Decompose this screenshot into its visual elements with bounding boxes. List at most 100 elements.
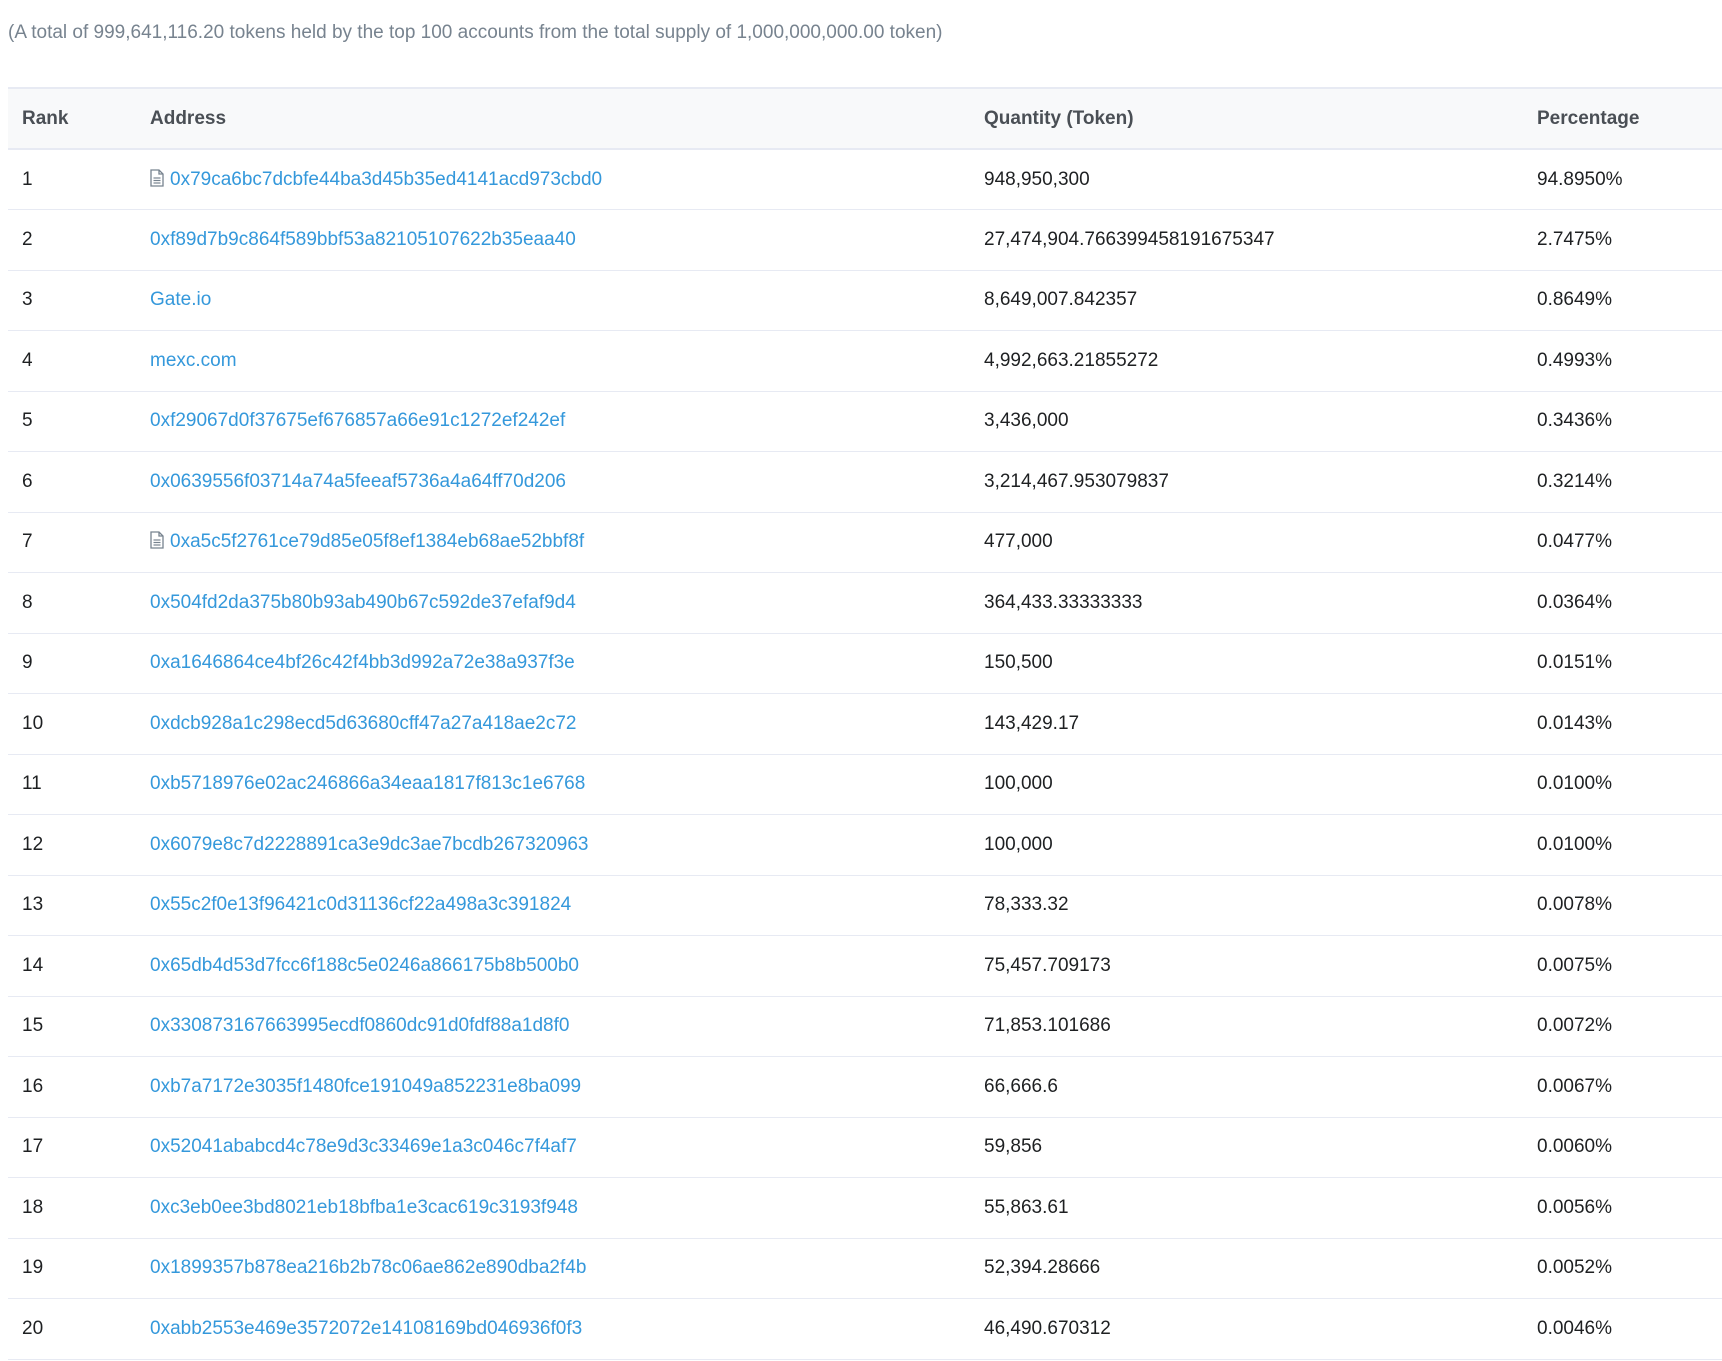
address-link[interactable]: 0x504fd2da375b80b93ab490b67c592de37efaf9… <box>150 592 576 613</box>
quantity-cell: 100,000 <box>970 754 1523 815</box>
quantity-cell: 52,394.28666 <box>970 1238 1523 1299</box>
address-link[interactable]: 0xa5c5f2761ce79d85e05f8ef1384eb68ae52bbf… <box>170 531 584 552</box>
address-link[interactable]: 0xf29067d0f37675ef676857a66e91c1272ef242… <box>150 410 565 431</box>
holders-summary: (A total of 999,641,116.20 tokens held b… <box>8 22 943 43</box>
percentage-cell: 0.0052% <box>1523 1238 1722 1299</box>
table-row: 2 0xf89d7b9c864f589bbf53a82105107622b35ea… <box>8 209 1722 271</box>
quantity-cell: 364,433.33333333 <box>970 572 1523 634</box>
rank-cell: 10 <box>8 693 136 755</box>
quantity-cell: 59,856 <box>970 1117 1523 1178</box>
address-cell: 0xa1646864ce4bf26c42f4bb3d992a72e38a937f… <box>136 633 970 694</box>
address-cell: 0x1899357b878ea216b2b78c06ae862e890dba2f… <box>136 1238 970 1299</box>
percentage-cell: 0.8649% <box>1523 270 1722 331</box>
holders-table: Rank Address Quantity (Token) Percentage… <box>8 87 1722 1360</box>
quantity-cell: 71,853.101686 <box>970 996 1523 1057</box>
percentage-cell: 0.3436% <box>1523 391 1722 452</box>
rank-cell: 18 <box>8 1177 136 1239</box>
address-cell: 0x504fd2da375b80b93ab490b67c592de37efaf9… <box>136 572 970 634</box>
rank-cell: 20 <box>8 1298 136 1360</box>
rank-cell: 4 <box>8 330 136 392</box>
percentage-cell: 0.4993% <box>1523 330 1722 392</box>
address-cell: 0x6079e8c7d2228891ca3e9dc3ae7bcdb2673209… <box>136 814 970 876</box>
quantity-cell: 143,429.17 <box>970 693 1523 755</box>
address-link[interactable]: 0x1899357b878ea216b2b78c06ae862e890dba2f… <box>150 1257 586 1278</box>
rank-cell: 9 <box>8 633 136 694</box>
address-cell: 0xf29067d0f37675ef676857a66e91c1272ef242… <box>136 391 970 452</box>
percentage-cell: 0.0075% <box>1523 935 1722 997</box>
address-cell: Gate.io <box>136 270 970 331</box>
rank-cell: 15 <box>8 996 136 1057</box>
address-link[interactable]: 0x52041ababcd4c78e9d3c33469e1a3c046c7f4a… <box>150 1136 577 1157</box>
percentage-cell: 0.0364% <box>1523 572 1722 634</box>
address-link[interactable]: 0x6079e8c7d2228891ca3e9dc3ae7bcdb2673209… <box>150 834 588 855</box>
address-link[interactable]: mexc.com <box>150 350 237 371</box>
address-link[interactable]: 0x79ca6bc7dcbfe44ba3d45b35ed4141acd973cb… <box>170 169 602 190</box>
address-cell: 0xb5718976e02ac246866a34eaa1817f813c1e67… <box>136 754 970 815</box>
header-quantity: Quantity (Token) <box>970 87 1523 150</box>
address-link[interactable]: 0xf89d7b9c864f589bbf53a82105107622b35eaa… <box>150 229 576 250</box>
table-row: 14 0x65db4d53d7fcc6f188c5e0246a866175b8b5… <box>8 935 1722 997</box>
percentage-cell: 94.8950% <box>1523 149 1722 210</box>
header-address: Address <box>136 87 970 150</box>
table-row: 13 0x55c2f0e13f96421c0d31136cf22a498a3c39… <box>8 875 1722 936</box>
address-link[interactable]: Gate.io <box>150 289 211 310</box>
address-link[interactable]: 0x330873167663995ecdf0860dc91d0fdf88a1d8… <box>150 1015 569 1036</box>
header-percentage: Percentage <box>1523 87 1722 150</box>
rank-cell: 17 <box>8 1117 136 1178</box>
quantity-cell: 55,863.61 <box>970 1177 1523 1239</box>
address-link[interactable]: 0xb5718976e02ac246866a34eaa1817f813c1e67… <box>150 773 585 794</box>
table-row: 17 0x52041ababcd4c78e9d3c33469e1a3c046c7f… <box>8 1117 1722 1178</box>
table-row: 8 0x504fd2da375b80b93ab490b67c592de37efaf… <box>8 572 1722 634</box>
rank-cell: 8 <box>8 572 136 634</box>
table-row: 16 0xb7a7172e3035f1480fce191049a852231e8b… <box>8 1056 1722 1118</box>
rank-cell: 11 <box>8 754 136 815</box>
percentage-cell: 0.0477% <box>1523 512 1722 573</box>
percentage-cell: 0.0060% <box>1523 1117 1722 1178</box>
table-row: 9 0xa1646864ce4bf26c42f4bb3d992a72e38a937… <box>8 633 1722 694</box>
address-cell: 0x0639556f03714a74a5feeaf5736a4a64ff70d2… <box>136 451 970 513</box>
table-row: 12 0x6079e8c7d2228891ca3e9dc3ae7bcdb26732… <box>8 814 1722 876</box>
table-row: 7 0xa5c5f2761ce79d85e05f8ef1384eb68ae52bb… <box>8 512 1722 573</box>
address-link[interactable]: 0xdcb928a1c298ecd5d63680cff47a27a418ae2c… <box>150 713 577 734</box>
table-header: Rank Address Quantity (Token) Percentage <box>8 87 1722 150</box>
address-link[interactable]: 0xabb2553e469e3572072e14108169bd046936f0… <box>150 1318 582 1339</box>
address-link[interactable]: 0x55c2f0e13f96421c0d31136cf22a498a3c3918… <box>150 894 571 915</box>
quantity-cell: 150,500 <box>970 633 1523 694</box>
table-row: 19 0x1899357b878ea216b2b78c06ae862e890dba… <box>8 1238 1722 1299</box>
percentage-cell: 0.0143% <box>1523 693 1722 755</box>
address-cell: mexc.com <box>136 330 970 392</box>
address-link[interactable]: 0xb7a7172e3035f1480fce191049a852231e8ba0… <box>150 1076 581 1097</box>
address-cell: 0x65db4d53d7fcc6f188c5e0246a866175b8b500… <box>136 935 970 997</box>
quantity-cell: 46,490.670312 <box>970 1298 1523 1360</box>
table-row: 1 0x79ca6bc7dcbfe44ba3d45b35ed4141acd973c… <box>8 149 1722 210</box>
contract-document-icon <box>150 168 164 187</box>
table-row: 3 Gate.io 8,649,007.842357 0.8649% <box>8 270 1722 331</box>
table-body: 1 0x79ca6bc7dcbfe44ba3d45b35ed4141acd973c… <box>8 149 1722 1360</box>
rank-cell: 6 <box>8 451 136 513</box>
percentage-cell: 0.0056% <box>1523 1177 1722 1239</box>
holders-table-container: Rank Address Quantity (Token) Percentage… <box>8 87 1722 1360</box>
quantity-cell: 8,649,007.842357 <box>970 270 1523 331</box>
address-link[interactable]: 0xc3eb0ee3bd8021eb18bfba1e3cac619c3193f9… <box>150 1197 578 1218</box>
quantity-cell: 3,214,467.953079837 <box>970 451 1523 513</box>
quantity-cell: 75,457.709173 <box>970 935 1523 997</box>
percentage-cell: 0.0072% <box>1523 996 1722 1057</box>
rank-cell: 5 <box>8 391 136 452</box>
rank-cell: 7 <box>8 512 136 573</box>
quantity-cell: 66,666.6 <box>970 1056 1523 1118</box>
address-cell: 0x52041ababcd4c78e9d3c33469e1a3c046c7f4a… <box>136 1117 970 1178</box>
table-row: 4 mexc.com 4,992,663.21855272 0.4993% <box>8 330 1722 392</box>
address-link[interactable]: 0x0639556f03714a74a5feeaf5736a4a64ff70d2… <box>150 471 566 492</box>
percentage-cell: 2.7475% <box>1523 209 1722 271</box>
address-cell: 0xdcb928a1c298ecd5d63680cff47a27a418ae2c… <box>136 693 970 755</box>
address-cell: 0xb7a7172e3035f1480fce191049a852231e8ba0… <box>136 1056 970 1118</box>
rank-cell: 2 <box>8 209 136 271</box>
percentage-cell: 0.0100% <box>1523 814 1722 876</box>
address-cell: 0xc3eb0ee3bd8021eb18bfba1e3cac619c3193f9… <box>136 1177 970 1239</box>
address-link[interactable]: 0x65db4d53d7fcc6f188c5e0246a866175b8b500… <box>150 955 579 976</box>
address-link[interactable]: 0xa1646864ce4bf26c42f4bb3d992a72e38a937f… <box>150 652 575 673</box>
quantity-cell: 948,950,300 <box>970 149 1523 210</box>
rank-cell: 13 <box>8 875 136 936</box>
percentage-cell: 0.0046% <box>1523 1298 1722 1360</box>
contract-document-icon <box>150 531 164 549</box>
